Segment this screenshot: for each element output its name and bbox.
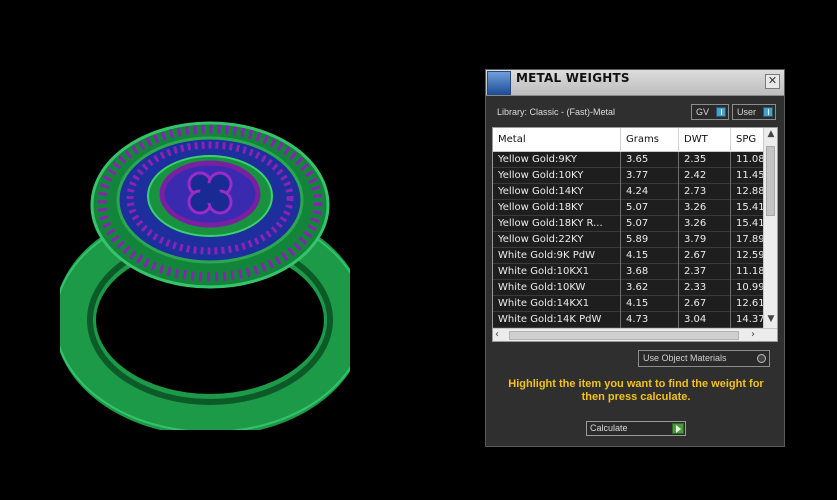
metal-table: Metal Grams DWT SPG Yellow Gold:9KY 3.65 2… [492,127,778,342]
table-cell-grams: 3.62 [621,280,679,296]
table-cell-dwt: 2.37 [679,264,731,280]
horizontal-scrollbar[interactable]: ‹ › [493,328,777,341]
table-cell-dwt: 3.26 [679,216,731,232]
table-cell-spg: 11.45 [736,170,763,181]
table-cell-metal: White Gold:14K PdW [493,312,621,328]
gv-toggle-label: GV [696,107,710,117]
table-cell-spg: 12.61 [736,298,763,309]
table-body: Yellow Gold:9KY 3.65 2.35 11.08 Yellow Gold:… [493,152,763,328]
scroll-right-icon[interactable]: › [751,329,755,340]
scroll-down-icon[interactable]: ▼ [764,314,777,324]
table-cell-spg: 15.41 [736,202,763,213]
table-cell-dwt: 3.79 [679,232,731,248]
library-label: Library: Classic - (Fast)-Metal [497,107,616,117]
column-header-grams[interactable]: Grams [621,128,679,152]
table-row[interactable]: Yellow Gold:9KY 3.65 2.35 11.08 [493,152,763,168]
use-object-materials-label: Use Object Materials [643,353,727,363]
table-cell-spg: 14.37 [736,314,763,325]
column-header-spg[interactable]: SPG [731,128,767,152]
table-cell-grams: 5.89 [621,232,679,248]
table-cell-grams: 4.24 [621,184,679,200]
table-row[interactable]: Yellow Gold:22KY 5.89 3.79 17.89 [493,232,763,248]
table-cell-metal: Yellow Gold:10KY [493,168,621,184]
table-row[interactable]: Yellow Gold:10KY 3.77 2.42 11.45 [493,168,763,184]
radio-button-icon[interactable] [757,354,766,363]
clover-center-stone [187,171,233,215]
table-cell-spg: 11.08 [736,154,763,165]
metal-weights-panel: METAL WEIGHTS ✕ Library: Classic - (Fast… [485,69,785,447]
scroll-up-icon[interactable]: ▲ [764,129,777,139]
table-cell-dwt: 2.67 [679,248,731,264]
table-cell-dwt: 2.67 [679,296,731,312]
toggle-switch-icon [716,107,726,117]
table-cell-spg: 17.89 [736,234,763,245]
table-row[interactable]: White Gold:10KX1 3.68 2.37 11.18 [493,264,763,280]
table-cell-dwt: 2.35 [679,152,731,168]
user-toggle-label: User [737,107,757,117]
column-header-metal[interactable]: Metal [493,128,621,152]
toggle-switch-icon [763,107,773,117]
column-header-dwt[interactable]: DWT [679,128,731,152]
horizontal-scroll-thumb[interactable] [509,331,739,340]
table-cell-grams: 3.77 [621,168,679,184]
table-cell-dwt: 3.04 [679,312,731,328]
instruction-text: Highlight the item you want to find the … [508,378,764,403]
table-cell-dwt: 2.42 [679,168,731,184]
user-toggle[interactable]: User [732,104,776,120]
table-cell-grams: 4.15 [621,296,679,312]
table-cell-grams: 5.07 [621,200,679,216]
close-button[interactable]: ✕ [765,74,780,89]
table-cell-metal: White Gold:10KW [493,280,621,296]
vertical-scroll-thumb[interactable] [766,146,775,216]
table-cell-metal: White Gold:14KX1 [493,296,621,312]
table-cell-metal: White Gold:10KX1 [493,264,621,280]
table-row[interactable]: White Gold:10KW 3.62 2.33 10.99 [493,280,763,296]
table-row[interactable]: Yellow Gold:18KY 5.07 3.26 15.41 [493,200,763,216]
gv-toggle[interactable]: GV [691,104,729,120]
table-cell-metal: Yellow Gold:14KY [493,184,621,200]
use-object-materials-option[interactable]: Use Object Materials [638,350,770,367]
ring-model [60,121,350,430]
scroll-left-icon[interactable]: ‹ [495,329,499,340]
table-row[interactable]: Yellow Gold:14KY 4.24 2.73 12.88 [493,184,763,200]
window-title: METAL WEIGHTS [516,71,630,85]
calculate-button[interactable]: Calculate [586,421,686,436]
table-row[interactable]: White Gold:14KX1 4.15 2.67 12.61 [493,296,763,312]
table-cell-spg: 12.59 [736,250,763,261]
table-cell-metal: White Gold:9K PdW [493,248,621,264]
table-cell-spg: 15.41 [736,218,763,229]
table-row[interactable]: White Gold:9K PdW 4.15 2.67 12.59 [493,248,763,264]
table-cell-metal: Yellow Gold:22KY [493,232,621,248]
calculate-label: Calculate [590,423,628,433]
table-cell-spg: 11.18 [736,266,763,277]
table-cell-dwt: 2.33 [679,280,731,296]
app-logo-icon [487,71,511,95]
table-cell-grams: 3.68 [621,264,679,280]
table-header: Metal Grams DWT SPG [493,128,763,152]
table-row[interactable]: Yellow Gold:18KY R... 5.07 3.26 15.41 [493,216,763,232]
table-row[interactable]: White Gold:14K PdW 4.73 3.04 14.37 [493,312,763,328]
table-cell-grams: 3.65 [621,152,679,168]
title-bar[interactable]: METAL WEIGHTS ✕ [486,70,784,96]
table-cell-metal: Yellow Gold:18KY R... [493,216,621,232]
table-cell-grams: 4.15 [621,248,679,264]
table-cell-dwt: 2.73 [679,184,731,200]
table-cell-dwt: 3.26 [679,200,731,216]
play-icon [672,423,684,434]
vertical-scrollbar[interactable]: ▲ ▼ [763,128,777,328]
table-cell-grams: 4.73 [621,312,679,328]
table-cell-spg: 10.99 [736,282,763,293]
table-cell-grams: 5.07 [621,216,679,232]
table-cell-metal: Yellow Gold:9KY [493,152,621,168]
table-cell-spg: 12.88 [736,186,763,197]
table-cell-metal: Yellow Gold:18KY [493,200,621,216]
